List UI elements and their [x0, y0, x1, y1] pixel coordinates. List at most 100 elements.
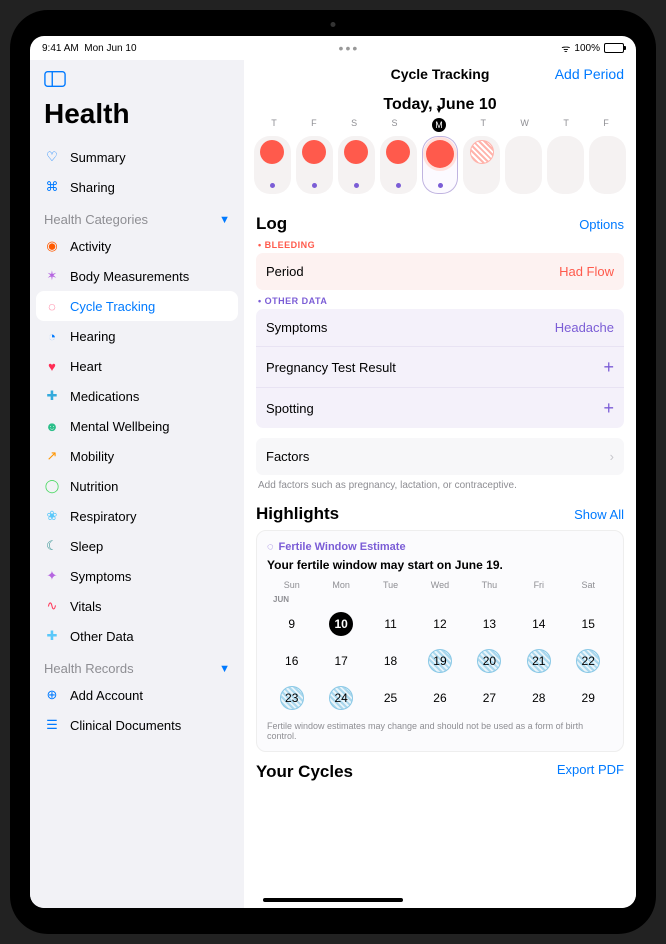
battery-icon — [604, 43, 624, 53]
hearing-icon: ◔ — [44, 328, 60, 344]
home-indicator[interactable] — [263, 898, 403, 902]
calendar-day[interactable]: 12 — [415, 607, 464, 641]
sidebar-item-sharing[interactable]: ⌘ Sharing — [30, 172, 244, 202]
day-label: F — [603, 118, 609, 132]
section-health-records[interactable]: Health Records ▼ — [30, 651, 244, 680]
day-label: S — [351, 118, 357, 132]
log-row-symptoms[interactable]: SymptomsHeadache — [256, 309, 624, 347]
your-cycles-title: Your Cycles — [256, 762, 353, 782]
log-row-pregnancy-test-result[interactable]: Pregnancy Test Result+ — [256, 347, 624, 388]
sidebar-item-hearing[interactable]: ◔ Hearing — [30, 321, 244, 351]
day-pill[interactable] — [463, 136, 500, 194]
sidebar-item-cycle[interactable]: ◌Cycle Tracking — [36, 291, 238, 321]
calendar-day[interactable]: 14 — [514, 607, 563, 641]
log-row-factors[interactable]: Factors › — [256, 438, 624, 475]
log-title: Log — [256, 214, 287, 234]
sidebar-item-label: Summary — [70, 150, 126, 165]
multitask-dots[interactable]: ••• — [339, 40, 360, 56]
symptom-indicator — [521, 183, 526, 188]
sidebar-item-mobility[interactable]: ↗Mobility — [30, 441, 244, 471]
calendar-day[interactable]: 13 — [465, 607, 514, 641]
log-row-spotting[interactable]: Spotting+ — [256, 388, 624, 428]
export-pdf-button[interactable]: Export PDF — [557, 762, 624, 782]
day-pill[interactable] — [296, 136, 333, 194]
calendar-day[interactable]: 24 — [316, 681, 365, 715]
calendar-day[interactable]: 21 — [514, 644, 563, 678]
log-options-button[interactable]: Options — [579, 217, 624, 232]
calendar-day[interactable]: 26 — [415, 681, 464, 715]
sharing-icon: ⌘ — [44, 179, 60, 195]
day-label: S — [392, 118, 398, 132]
calendar-day[interactable]: 25 — [366, 681, 415, 715]
day-pill[interactable] — [547, 136, 584, 194]
sidebar-item-add[interactable]: ⊕Add Account — [30, 680, 244, 710]
summary-icon: ♡ — [44, 149, 60, 165]
sidebar-item-nutrition[interactable]: ◯Nutrition — [30, 471, 244, 501]
day-pill[interactable] — [422, 136, 459, 194]
period-indicator — [470, 140, 494, 164]
sidebar-item-summary[interactable]: ♡ Summary — [30, 142, 244, 172]
fertile-icon: ◌ — [267, 541, 274, 553]
weekday-label: Sat — [564, 580, 613, 590]
calendar-day[interactable]: 20 — [465, 644, 514, 678]
fertile-window-card[interactable]: ◌ Fertile Window Estimate Your fertile w… — [256, 530, 624, 752]
sidebar-item-activity[interactable]: ◉Activity — [30, 231, 244, 261]
symptoms-icon: ✦ — [44, 568, 60, 584]
calendar-day[interactable]: 16 — [267, 644, 316, 678]
day-label: T — [271, 118, 277, 132]
day-pill[interactable] — [589, 136, 626, 194]
calendar-day[interactable]: 22 — [564, 644, 613, 678]
sidebar-item-label: Body Measurements — [70, 269, 189, 284]
add-period-button[interactable]: Add Period — [555, 66, 624, 82]
sidebar-item-label: Hearing — [70, 329, 116, 344]
cycle-icon: ◌ — [44, 298, 60, 314]
calendar-day[interactable]: 27 — [465, 681, 514, 715]
sidebar-item-body[interactable]: ✶ Body Measurements — [30, 261, 244, 291]
calendar-day[interactable]: 28 — [514, 681, 563, 715]
sidebar-item-label: Respiratory — [70, 509, 136, 524]
day-pill[interactable] — [380, 136, 417, 194]
activity-icon: ◉ — [44, 238, 60, 254]
weekday-label: Sun — [267, 580, 316, 590]
sidebar-item-respiratory[interactable]: ❀ Respiratory — [30, 501, 244, 531]
log-row-period[interactable]: Period Had Flow — [256, 253, 624, 290]
respiratory-icon: ❀ — [44, 508, 60, 524]
sidebar-item-label: Medications — [70, 389, 139, 404]
sidebar-item-label: Nutrition — [70, 479, 118, 494]
chevron-down-icon: ▼ — [219, 214, 230, 226]
sidebar-item-heart[interactable]: ♥Heart — [30, 351, 244, 381]
sidebar-item-sleep[interactable]: ☾Sleep — [30, 531, 244, 561]
period-indicator — [512, 140, 536, 164]
calendar-day[interactable]: 17 — [316, 644, 365, 678]
add-icon: + — [603, 399, 614, 417]
heart-icon: ♥ — [44, 358, 60, 374]
weekday-label: Wed — [415, 580, 464, 590]
calendar-day[interactable]: 10 — [316, 607, 365, 641]
period-indicator — [426, 140, 454, 168]
calendar-day[interactable]: 29 — [564, 681, 613, 715]
sidebar-item-mental[interactable]: ☻Mental Wellbeing — [30, 411, 244, 441]
highlights-show-all-button[interactable]: Show All — [574, 507, 624, 522]
calendar-day[interactable]: 9 — [267, 607, 316, 641]
body-icon: ✶ — [44, 268, 60, 284]
sidebar-item-meds[interactable]: ✚Medications — [30, 381, 244, 411]
symptom-indicator — [354, 183, 359, 188]
day-pill[interactable] — [254, 136, 291, 194]
sidebar-item-vitals[interactable]: ∿Vitals — [30, 591, 244, 621]
calendar-day[interactable]: 15 — [564, 607, 613, 641]
sidebar-item-label: Sharing — [70, 180, 115, 195]
calendar-day[interactable]: 23 — [267, 681, 316, 715]
calendar-day[interactable]: 19 — [415, 644, 464, 678]
calendar-day[interactable]: 18 — [366, 644, 415, 678]
sidebar-collapse-button[interactable] — [44, 70, 66, 88]
sidebar-item-clinical[interactable]: ☰Clinical Documents — [30, 710, 244, 740]
sidebar-item-symptoms[interactable]: ✦Symptoms — [30, 561, 244, 591]
period-indicator — [302, 140, 326, 164]
calendar-day[interactable]: 11 — [366, 607, 415, 641]
sidebar-item-other[interactable]: ✚Other Data — [30, 621, 244, 651]
day-label: M — [432, 118, 446, 132]
section-health-categories[interactable]: Health Categories ▼ — [30, 202, 244, 231]
day-pill[interactable] — [505, 136, 542, 194]
day-scroller[interactable]: TFSSMTWTF — [244, 118, 636, 206]
day-pill[interactable] — [338, 136, 375, 194]
